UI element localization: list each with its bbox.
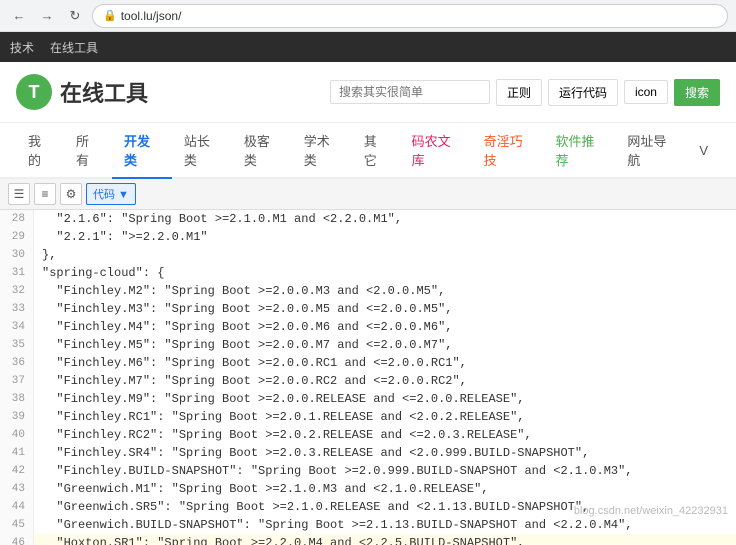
table-row: 28 "2.1.6": "Spring Boot >=2.1.0.M1 and … — [0, 210, 736, 228]
logo-letter: T — [29, 82, 40, 103]
line-number: 42 — [0, 462, 34, 480]
nav-tricks[interactable]: 奇淫巧技 — [472, 123, 544, 179]
table-row: 43 "Greenwich.M1": "Spring Boot >=2.1.0.… — [0, 480, 736, 498]
table-row: 30}, — [0, 246, 736, 264]
table-row: 36 "Finchley.M6": "Spring Boot >=2.0.0.R… — [0, 354, 736, 372]
line-number: 38 — [0, 390, 34, 408]
forward-button[interactable]: → — [36, 5, 58, 27]
line-number: 33 — [0, 300, 34, 318]
logo-area: T 在线工具 — [16, 74, 148, 110]
line-content: "Finchley.M3": "Spring Boot >=2.0.0.M5 a… — [34, 300, 452, 318]
line-number: 29 — [0, 228, 34, 246]
line-number: 46 — [0, 534, 34, 545]
top-navigation: 技术 在线工具 — [0, 32, 736, 62]
line-number: 41 — [0, 444, 34, 462]
header-search: 正则 运行代码 icon 搜索 — [330, 79, 720, 106]
settings-icon[interactable]: ⚙ — [60, 183, 82, 205]
line-number: 34 — [0, 318, 34, 336]
back-button[interactable]: ← — [8, 5, 30, 27]
search-input[interactable] — [330, 80, 490, 104]
lock-icon: 🔒 — [103, 9, 117, 22]
table-row: 31"spring-cloud": { — [0, 264, 736, 282]
code-viewer[interactable]: 28 "2.1.6": "Spring Boot >=2.1.0.M1 and … — [0, 210, 736, 545]
line-content: "Finchley.M5": "Spring Boot >=2.0.0.M7 a… — [34, 336, 452, 354]
main-navigation: 我的 所有 开发类 站长类 极客类 学术类 其它 码农文库 奇淫巧技 软件推荐 … — [0, 123, 736, 179]
nav-other[interactable]: 其它 — [352, 123, 400, 179]
line-content: "Greenwich.M1": "Spring Boot >=2.1.0.M3 … — [34, 480, 488, 498]
address-bar[interactable]: 🔒 tool.lu/json/ — [92, 4, 728, 28]
line-content: "Finchley.M6": "Spring Boot >=2.0.0.RC1 … — [34, 354, 467, 372]
align-icon[interactable]: ≡ — [34, 183, 56, 205]
table-row: 35 "Finchley.M5": "Spring Boot >=2.0.0.M… — [0, 336, 736, 354]
line-number: 39 — [0, 408, 34, 426]
top-nav-tech[interactable]: 技术 — [10, 39, 34, 56]
line-content: "Finchley.BUILD-SNAPSHOT": "Spring Boot … — [34, 462, 633, 480]
line-number: 30 — [0, 246, 34, 264]
format-icon[interactable]: ☰ — [8, 183, 30, 205]
line-content: "Finchley.M2": "Spring Boot >=2.0.0.M3 a… — [34, 282, 445, 300]
line-content: "Hoxton.SR1": "Spring Boot >=2.2.0.M4 an… — [34, 534, 524, 545]
browser-bar: ← → ↻ 🔒 tool.lu/json/ — [0, 0, 736, 32]
table-row: 42 "Finchley.BUILD-SNAPSHOT": "Spring Bo… — [0, 462, 736, 480]
table-row: 41 "Finchley.SR4": "Spring Boot >=2.0.3.… — [0, 444, 736, 462]
nav-software[interactable]: 软件推荐 — [544, 123, 616, 179]
refresh-button[interactable]: ↻ — [64, 5, 86, 27]
nav-mine[interactable]: 我的 — [16, 123, 64, 179]
code-button[interactable]: 代码 ▼ — [86, 183, 136, 205]
line-content: "Finchley.M7": "Spring Boot >=2.0.0.RC2 … — [34, 372, 467, 390]
line-content: "Finchley.RC2": "Spring Boot >=2.0.2.REL… — [34, 426, 532, 444]
header: T 在线工具 正则 运行代码 icon 搜索 — [0, 62, 736, 123]
top-nav-tools[interactable]: 在线工具 — [50, 39, 98, 56]
line-content: "Greenwich.SR5": "Spring Boot >=2.1.0.RE… — [34, 498, 589, 516]
search-button[interactable]: 搜索 — [674, 79, 720, 106]
line-number: 40 — [0, 426, 34, 444]
regex-button[interactable]: 正则 — [496, 79, 542, 106]
nav-v[interactable]: V — [687, 135, 720, 168]
nav-webmaster[interactable]: 站长类 — [172, 123, 232, 179]
nav-academic[interactable]: 学术类 — [292, 123, 352, 179]
table-row: 45 "Greenwich.BUILD-SNAPSHOT": "Spring B… — [0, 516, 736, 534]
table-row: 40 "Finchley.RC2": "Spring Boot >=2.0.2.… — [0, 426, 736, 444]
table-row: 37 "Finchley.M7": "Spring Boot >=2.0.0.R… — [0, 372, 736, 390]
url-text: tool.lu/json/ — [121, 9, 182, 23]
table-row: 34 "Finchley.M4": "Spring Boot >=2.0.0.M… — [0, 318, 736, 336]
nav-all[interactable]: 所有 — [64, 123, 112, 179]
nav-geek[interactable]: 极客类 — [232, 123, 292, 179]
table-row: 39 "Finchley.RC1": "Spring Boot >=2.0.1.… — [0, 408, 736, 426]
line-number: 44 — [0, 498, 34, 516]
line-number: 43 — [0, 480, 34, 498]
line-content: "2.1.6": "Spring Boot >=2.1.0.M1 and <2.… — [34, 210, 402, 228]
line-content: }, — [34, 246, 56, 264]
table-row: 33 "Finchley.M3": "Spring Boot >=2.0.0.M… — [0, 300, 736, 318]
nav-dev[interactable]: 开发类 — [112, 123, 172, 179]
watermark: blog.csdn.net/weixin_42232931 — [574, 505, 728, 517]
run-code-button[interactable]: 运行代码 — [548, 79, 618, 106]
logo-text: 在线工具 — [60, 76, 148, 108]
logo-circle: T — [16, 74, 52, 110]
nav-sites[interactable]: 网址导航 — [615, 123, 687, 179]
nav-library[interactable]: 码农文库 — [400, 123, 472, 179]
toolbar: ☰ ≡ ⚙ 代码 ▼ — [0, 179, 736, 210]
line-number: 32 — [0, 282, 34, 300]
line-number: 31 — [0, 264, 34, 282]
icon-button[interactable]: icon — [624, 80, 668, 104]
line-content: "spring-cloud": { — [34, 264, 164, 282]
table-row: 38 "Finchley.M9": "Spring Boot >=2.0.0.R… — [0, 390, 736, 408]
line-content: "Finchley.RC1": "Spring Boot >=2.0.1.REL… — [34, 408, 524, 426]
table-row: 46 "Hoxton.SR1": "Spring Boot >=2.2.0.M4… — [0, 534, 736, 545]
line-number: 37 — [0, 372, 34, 390]
line-content: "Finchley.M4": "Spring Boot >=2.0.0.M6 a… — [34, 318, 452, 336]
line-number: 36 — [0, 354, 34, 372]
line-content: "Finchley.M9": "Spring Boot >=2.0.0.RELE… — [34, 390, 524, 408]
table-row: 29 "2.2.1": ">=2.2.0.M1" — [0, 228, 736, 246]
line-number: 35 — [0, 336, 34, 354]
line-number: 28 — [0, 210, 34, 228]
table-row: 32 "Finchley.M2": "Spring Boot >=2.0.0.M… — [0, 282, 736, 300]
line-content: "2.2.1": ">=2.2.0.M1" — [34, 228, 208, 246]
line-number: 45 — [0, 516, 34, 534]
line-content: "Greenwich.BUILD-SNAPSHOT": "Spring Boot… — [34, 516, 633, 534]
line-content: "Finchley.SR4": "Spring Boot >=2.0.3.REL… — [34, 444, 589, 462]
